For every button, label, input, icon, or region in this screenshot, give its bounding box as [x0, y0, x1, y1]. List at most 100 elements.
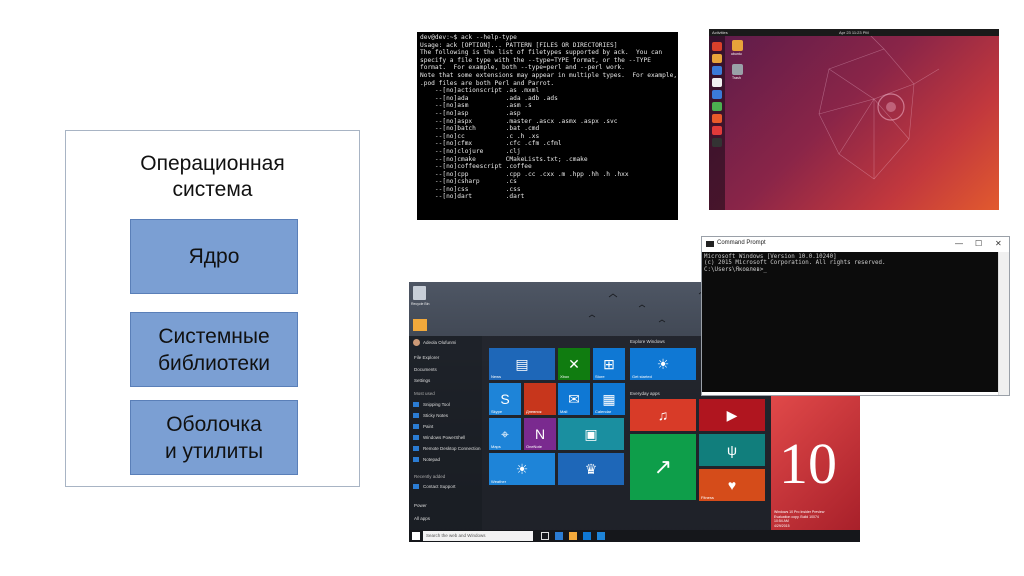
system-libraries-box: Системные библиотеки	[130, 312, 298, 387]
weather-tile[interactable]: ☀ Weather	[489, 453, 555, 485]
start-item[interactable]: Settings	[414, 378, 430, 383]
user-name[interactable]: Adeola Olufunmi	[423, 340, 456, 345]
desktop-icon-label: Trash	[732, 76, 741, 80]
app-icon	[413, 402, 419, 407]
recently-added-header: Recently added	[414, 474, 446, 479]
dock-app-icon[interactable]	[712, 66, 722, 75]
calendar-tile[interactable]: ▦ Calendar	[593, 383, 625, 415]
explorer-icon[interactable]	[569, 532, 577, 540]
taskbar: Search the web and Windows	[409, 530, 860, 542]
store-taskbar-icon[interactable]	[583, 532, 591, 540]
start-item[interactable]: Contact Support	[423, 484, 456, 489]
photos-tile[interactable]: ▣	[558, 418, 624, 450]
terminal-line: dev@dev:~$ ack --help-type	[420, 34, 517, 41]
skype-tile[interactable]: S Skype	[489, 383, 521, 415]
desktop-icon-label: ubuntu	[731, 52, 742, 56]
app-icon	[413, 457, 419, 462]
terminal-line: format. For example, both --type=perl an…	[420, 64, 625, 72]
kernel-box: Ядро	[130, 219, 298, 294]
terminal-line: --[no]ada .ada .adb .ads	[420, 94, 558, 102]
onenote-tile[interactable]: N OneNote	[524, 418, 556, 450]
trash-icon[interactable]	[732, 64, 743, 75]
start-item[interactable]: Sticky Notes	[423, 413, 448, 418]
windows-start-icon[interactable]	[412, 532, 420, 540]
cmd-console[interactable]: Microsoft Windows [Version 10.0.10240] (…	[702, 252, 1000, 392]
dock-app-icon[interactable]	[712, 138, 722, 147]
ubuntu-desktop-screenshot: Activities Apr 23 11:23 PM ubuntu Trash	[709, 29, 999, 210]
ubuntu-wallpaper-art	[818, 33, 940, 180]
ubuntu-top-bar: Activities Apr 23 11:23 PM	[709, 29, 999, 36]
cmd-icon	[706, 241, 714, 247]
money-tile[interactable]: ↗	[630, 434, 696, 500]
start-item[interactable]: Remote Desktop Connection	[423, 446, 481, 451]
map-icon: ⌖	[501, 426, 509, 442]
everyday-header: Everyday apps	[630, 391, 660, 396]
dock-app-icon[interactable]	[712, 114, 722, 123]
cmd-titlebar: Command Prompt — ☐ ✕	[702, 237, 1009, 252]
get-started-tile[interactable]: ☀ Get started	[630, 348, 696, 380]
dock-app-icon[interactable]	[712, 126, 722, 135]
food-tile[interactable]: ψ	[699, 434, 765, 466]
start-item[interactable]: File Explorer	[414, 355, 439, 360]
mail-tile[interactable]: ✉ Mail	[558, 383, 590, 415]
dock-app-icon[interactable]	[712, 42, 722, 51]
dock-app-icon[interactable]	[712, 90, 722, 99]
terminal-line: --[no]dart .dart	[420, 193, 525, 201]
all-apps-button[interactable]: All apps	[414, 516, 430, 521]
cmd-title: Command Prompt	[717, 240, 766, 246]
terminal-line: The following is the list of filetypes s…	[420, 49, 663, 57]
ie-icon[interactable]	[597, 532, 605, 540]
dock-app-icon[interactable]	[712, 102, 722, 111]
start-item[interactable]: Windows PowerShell	[423, 435, 465, 440]
health-tile[interactable]: ♥ Fitness	[699, 469, 765, 501]
chart-icon: ↗	[653, 454, 673, 479]
start-item[interactable]: Snipping Tool	[423, 402, 450, 407]
folder-icon[interactable]	[413, 319, 427, 331]
avatar[interactable]	[413, 339, 420, 346]
store-tile[interactable]: ⊞ Store	[593, 348, 625, 380]
recycle-bin-label: Recycle Bin	[411, 302, 430, 306]
terminal-line: --[no]cc .c .h .xs	[420, 132, 540, 140]
music-tile[interactable]: ♫	[630, 399, 696, 431]
cutlery-icon: ψ	[727, 442, 737, 458]
power-button[interactable]: Power	[414, 503, 427, 508]
most-used-header: Most used	[414, 391, 435, 396]
trophy-tile[interactable]: ♛	[558, 453, 624, 485]
linux-terminal-screenshot: dev@dev:~$ ack --help-type Usage: ack [OP…	[417, 32, 678, 220]
task-view-icon[interactable]	[541, 532, 549, 540]
console-line: C:\Users\Яковлев>_	[704, 266, 767, 273]
home-folder-icon[interactable]	[732, 40, 743, 51]
calendar-icon: ▦	[602, 391, 616, 407]
build-watermark: Windows 10 Pro Insider Preview Evaluatio…	[774, 510, 825, 528]
minimize-button[interactable]: —	[955, 239, 963, 248]
close-button[interactable]: ✕	[995, 239, 1002, 248]
dock-app-icon[interactable]	[712, 78, 722, 87]
news-tile[interactable]: ▤ News	[489, 348, 555, 380]
scrollbar[interactable]	[998, 252, 1009, 395]
maximize-button[interactable]: ☐	[975, 239, 982, 248]
maps-tile[interactable]: ⌖ Maps	[489, 418, 521, 450]
terminal-line: --[no]cmake CMakeLists.txt; .cmake	[420, 155, 588, 163]
start-menu-left: Adeola Olufunmi File Explorer Documents …	[409, 336, 482, 531]
command-prompt-window: Command Prompt — ☐ ✕ Microsoft Windows […	[701, 236, 1010, 396]
clock[interactable]: Apr 23 11:23 PM	[839, 30, 869, 35]
terminal-line: --[no]aspx .master .ascx .asmx .aspx .sv…	[420, 117, 618, 125]
activities-label[interactable]: Activities	[712, 30, 728, 35]
start-item[interactable]: Documents	[414, 367, 437, 372]
skype-icon: S	[500, 391, 510, 407]
terminal-line: --[no]cfmx .cfc .cfm .cfml	[420, 140, 562, 148]
search-input[interactable]: Search the web and Windows	[423, 531, 533, 541]
xbox-tile[interactable]: ✕ Xbox	[558, 348, 590, 380]
start-item[interactable]: Paint	[423, 424, 433, 429]
terminal-line: --[no]asm .asm .s	[420, 102, 532, 110]
onenote-icon: N	[534, 426, 546, 442]
app-icon	[413, 413, 419, 418]
photo-icon: ▣	[584, 426, 598, 442]
dock-app-icon[interactable]	[712, 54, 722, 63]
edge-icon[interactable]	[555, 532, 563, 540]
recycle-bin-icon[interactable]	[413, 286, 426, 300]
onenote2-tile[interactable]: Дневник	[524, 383, 556, 415]
video-tile[interactable]: ▶	[699, 399, 765, 431]
start-item[interactable]: Notepad	[423, 457, 440, 462]
explore-header: Explore Windows	[630, 339, 665, 344]
